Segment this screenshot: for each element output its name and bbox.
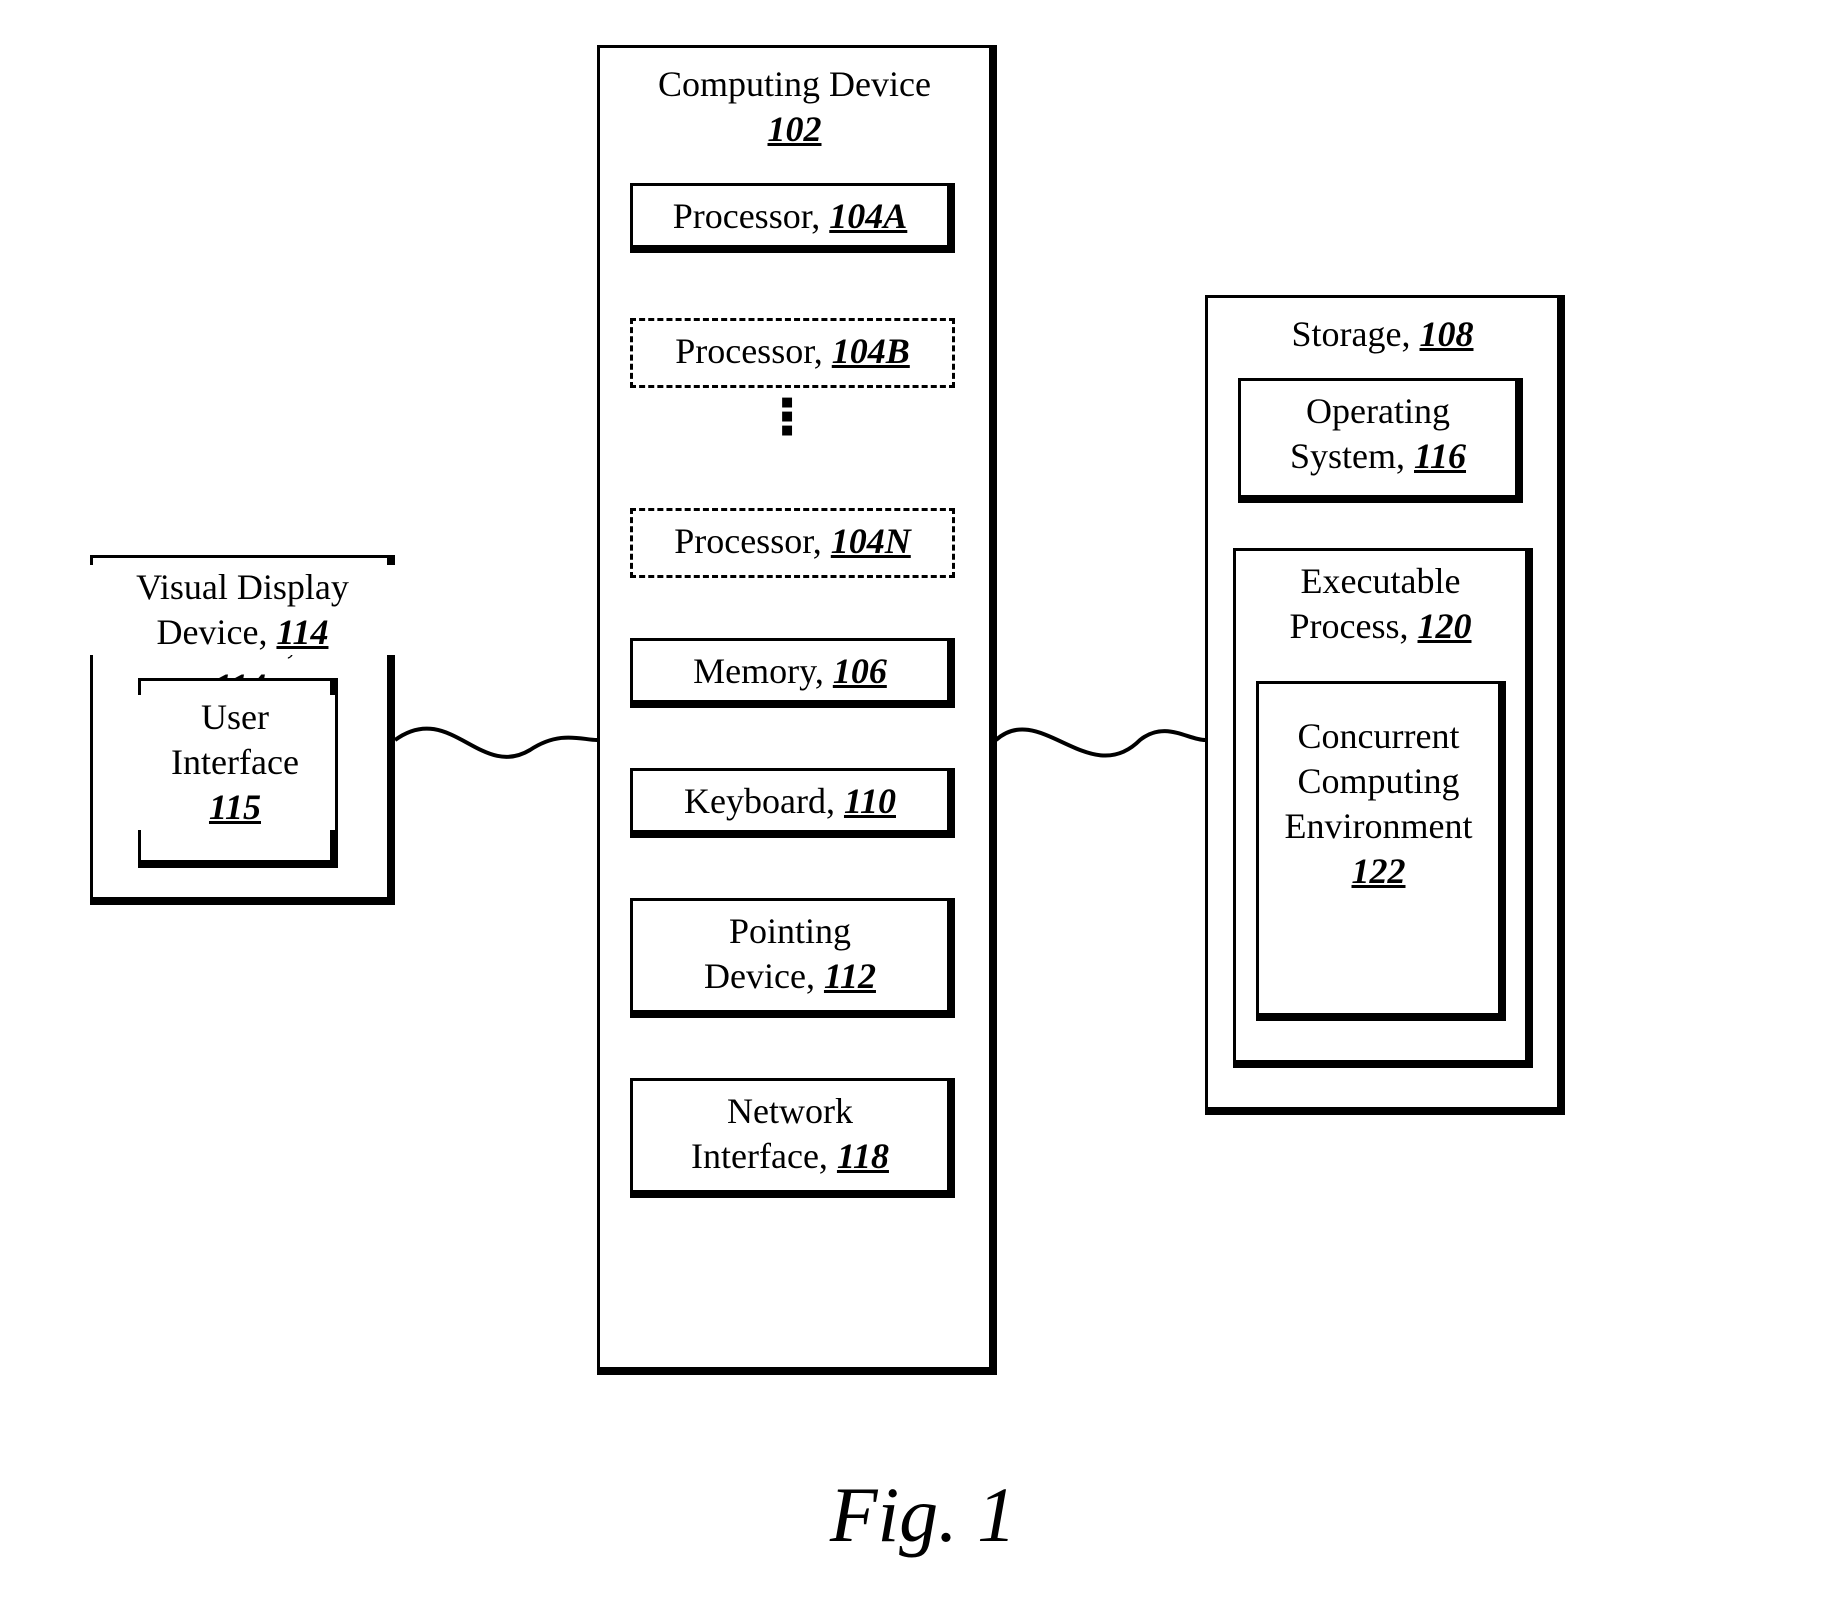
- proc-n-label: Processor,: [674, 521, 822, 561]
- os-line2: System,: [1290, 436, 1405, 476]
- net-line2: Interface,: [691, 1136, 828, 1176]
- env-ref: 122: [1352, 851, 1406, 891]
- processor-n-box: Processor, 104N: [630, 508, 955, 578]
- vertical-ellipsis: ▪▪▪: [780, 395, 798, 437]
- pointing-ref: 112: [824, 956, 876, 996]
- cd-ref: 102: [768, 109, 822, 149]
- memory-box: Memory, 106: [630, 638, 955, 708]
- computing-device-box: Computing Device 102 Processor, 104A Pro…: [597, 45, 997, 1375]
- pointing-line1: Pointing: [729, 911, 851, 951]
- pointing-line2: Device,: [704, 956, 815, 996]
- env-line1: Concurrent: [1298, 716, 1460, 756]
- pointing-device-box: Pointing Device, 112: [630, 898, 955, 1018]
- cd-title: Computing Device 102: [600, 58, 989, 156]
- processor-a-box: Processor, 104A: [630, 183, 955, 253]
- env-line2: Computing: [1297, 761, 1459, 801]
- executable-process-box: Executable Process, 120 Concurrent Compu…: [1233, 548, 1533, 1068]
- ui-line2: Interface: [171, 742, 299, 782]
- proc-a-label: Processor,: [673, 196, 821, 236]
- proc-b-ref: 104B: [832, 331, 910, 371]
- exec-line2: Process,: [1290, 606, 1409, 646]
- ui-label-overlay: User Interface 115: [135, 695, 335, 830]
- proc-a-ref: 104A: [829, 196, 907, 236]
- exec-line1: Executable: [1301, 561, 1461, 601]
- figure-caption: Fig. 1: [0, 1470, 1846, 1560]
- os-ref: 116: [1414, 436, 1466, 476]
- memory-ref: 106: [833, 651, 887, 691]
- vd-line1: Visual Display: [136, 567, 349, 607]
- processor-b-box: Processor, 104B: [630, 318, 955, 388]
- storage-title-text: Storage,: [1292, 314, 1411, 354]
- storage-box: Storage, 108 Operating System, 116 Execu…: [1205, 295, 1565, 1115]
- operating-system-box: Operating System, 116: [1238, 378, 1523, 503]
- concurrent-env-box: Concurrent Computing Environment 122: [1256, 681, 1506, 1021]
- keyboard-box: Keyboard, 110: [630, 768, 955, 838]
- network-interface-box: Network Interface, 118: [630, 1078, 955, 1198]
- net-ref: 118: [837, 1136, 889, 1176]
- os-line1: Operating: [1306, 391, 1450, 431]
- proc-b-label: Processor,: [675, 331, 823, 371]
- storage-ref: 108: [1419, 314, 1473, 354]
- storage-title: Storage, 108: [1208, 308, 1557, 361]
- ui-ref2: 115: [209, 787, 261, 827]
- net-line1: Network: [727, 1091, 853, 1131]
- env-line3: Environment: [1285, 806, 1473, 846]
- cd-title-text: Computing Device: [658, 64, 931, 104]
- ui-line1: User: [201, 697, 269, 737]
- exec-ref: 120: [1418, 606, 1472, 646]
- figure-canvas: Visual Display Device, 114 User Interfac…: [0, 0, 1846, 1622]
- keyboard-label: Keyboard,: [684, 781, 835, 821]
- keyboard-ref: 110: [844, 781, 896, 821]
- vd-title-overlay: Visual Display Device, 114: [90, 565, 395, 655]
- proc-n-ref: 104N: [831, 521, 911, 561]
- vd-line2: Device, 114: [157, 612, 329, 652]
- memory-label: Memory,: [693, 651, 824, 691]
